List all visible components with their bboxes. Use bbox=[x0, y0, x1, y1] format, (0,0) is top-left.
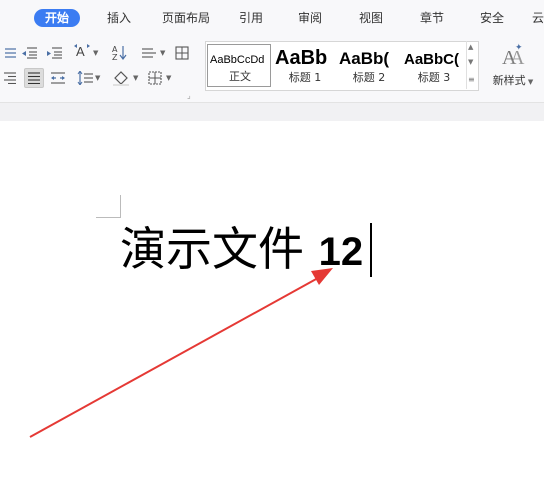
annotation-arrow-icon bbox=[29, 268, 333, 438]
